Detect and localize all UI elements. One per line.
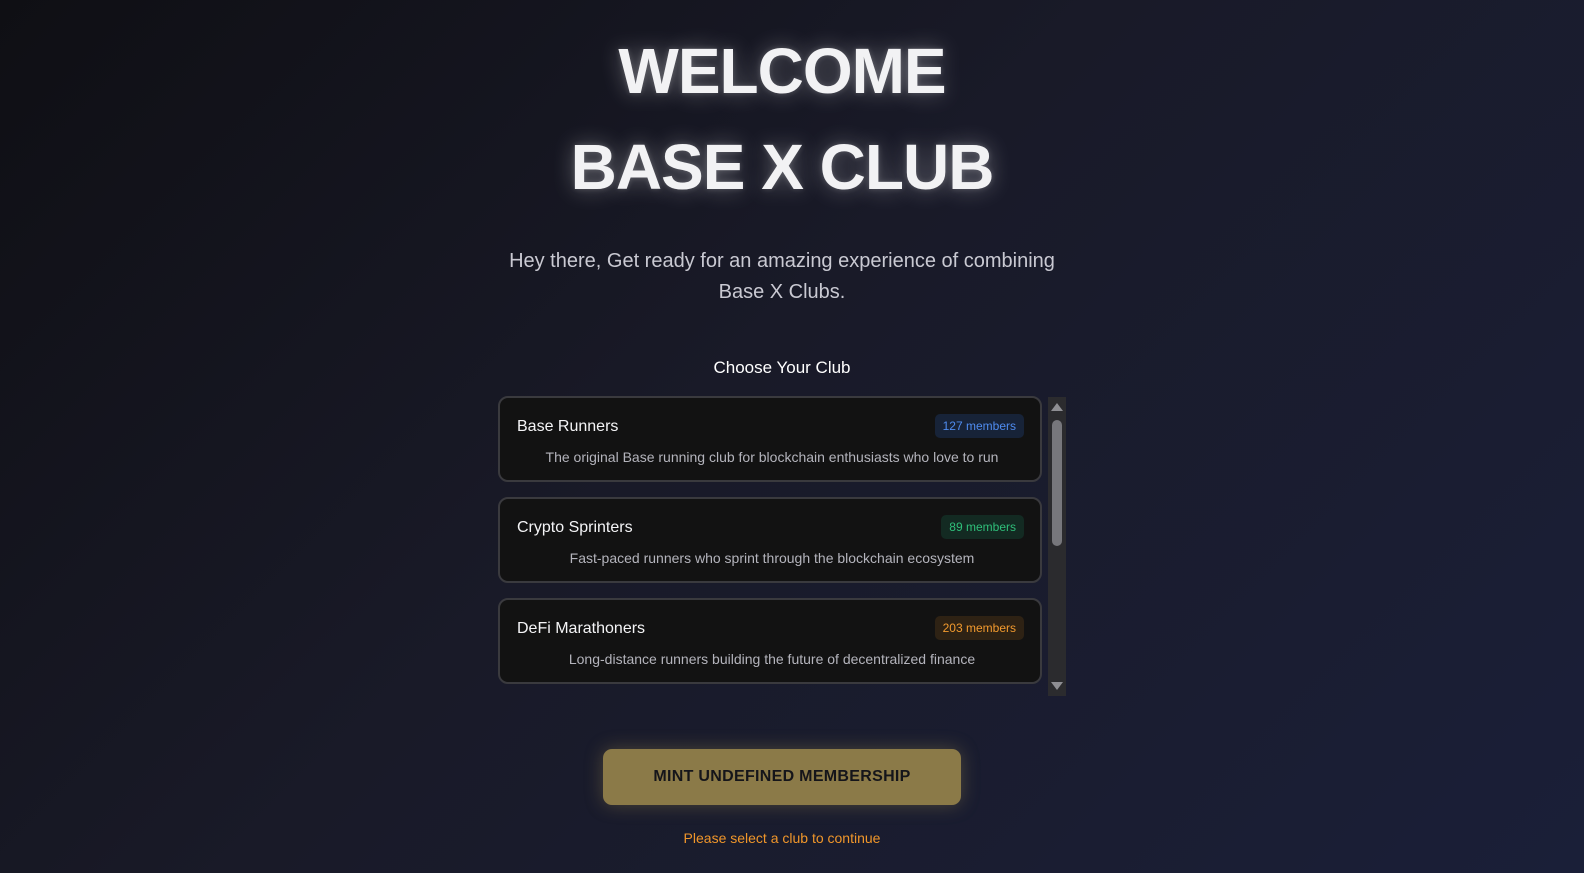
club-card-base-runners[interactable]: Base Runners 127 members The original Ba… xyxy=(498,396,1042,482)
club-list-scrollbar[interactable] xyxy=(1048,397,1066,696)
scroll-up-arrow-icon[interactable] xyxy=(1051,403,1063,411)
member-count-badge: 203 members xyxy=(934,616,1024,640)
scroll-down-arrow-icon[interactable] xyxy=(1051,682,1063,690)
club-name: Crypto Sprinters xyxy=(517,519,633,536)
choose-club-label: Choose Your Club xyxy=(713,358,851,377)
member-count-badge: 127 members xyxy=(934,414,1024,438)
club-name: DeFi Marathoners xyxy=(517,620,646,637)
club-card-crypto-sprinters[interactable]: Crypto Sprinters 89 members Fast-paced r… xyxy=(498,497,1042,583)
welcome-subtitle: Hey there, Get ready for an amazing expe… xyxy=(509,250,1055,303)
club-card-defi-marathoners[interactable]: DeFi Marathoners 203 members Long-distan… xyxy=(498,598,1042,684)
club-list[interactable]: Base Runners 127 members The original Ba… xyxy=(498,396,1046,696)
club-description: Long-distance runners building the futur… xyxy=(568,651,976,667)
hero-title-welcome: WELCOME xyxy=(618,35,946,107)
scrollbar-thumb[interactable] xyxy=(1052,420,1062,546)
mint-membership-button[interactable]: MINT UNDEFINED MEMBERSHIP xyxy=(603,749,961,805)
club-name: Base Runners xyxy=(517,418,619,435)
club-description: The original Base running club for block… xyxy=(545,449,999,465)
status-message: Please select a club to continue xyxy=(683,830,881,846)
hero-title-club: BASE X CLUB xyxy=(570,131,995,203)
club-description: Fast-paced runners who sprint through th… xyxy=(569,550,975,566)
member-count-badge: 89 members xyxy=(941,515,1024,539)
